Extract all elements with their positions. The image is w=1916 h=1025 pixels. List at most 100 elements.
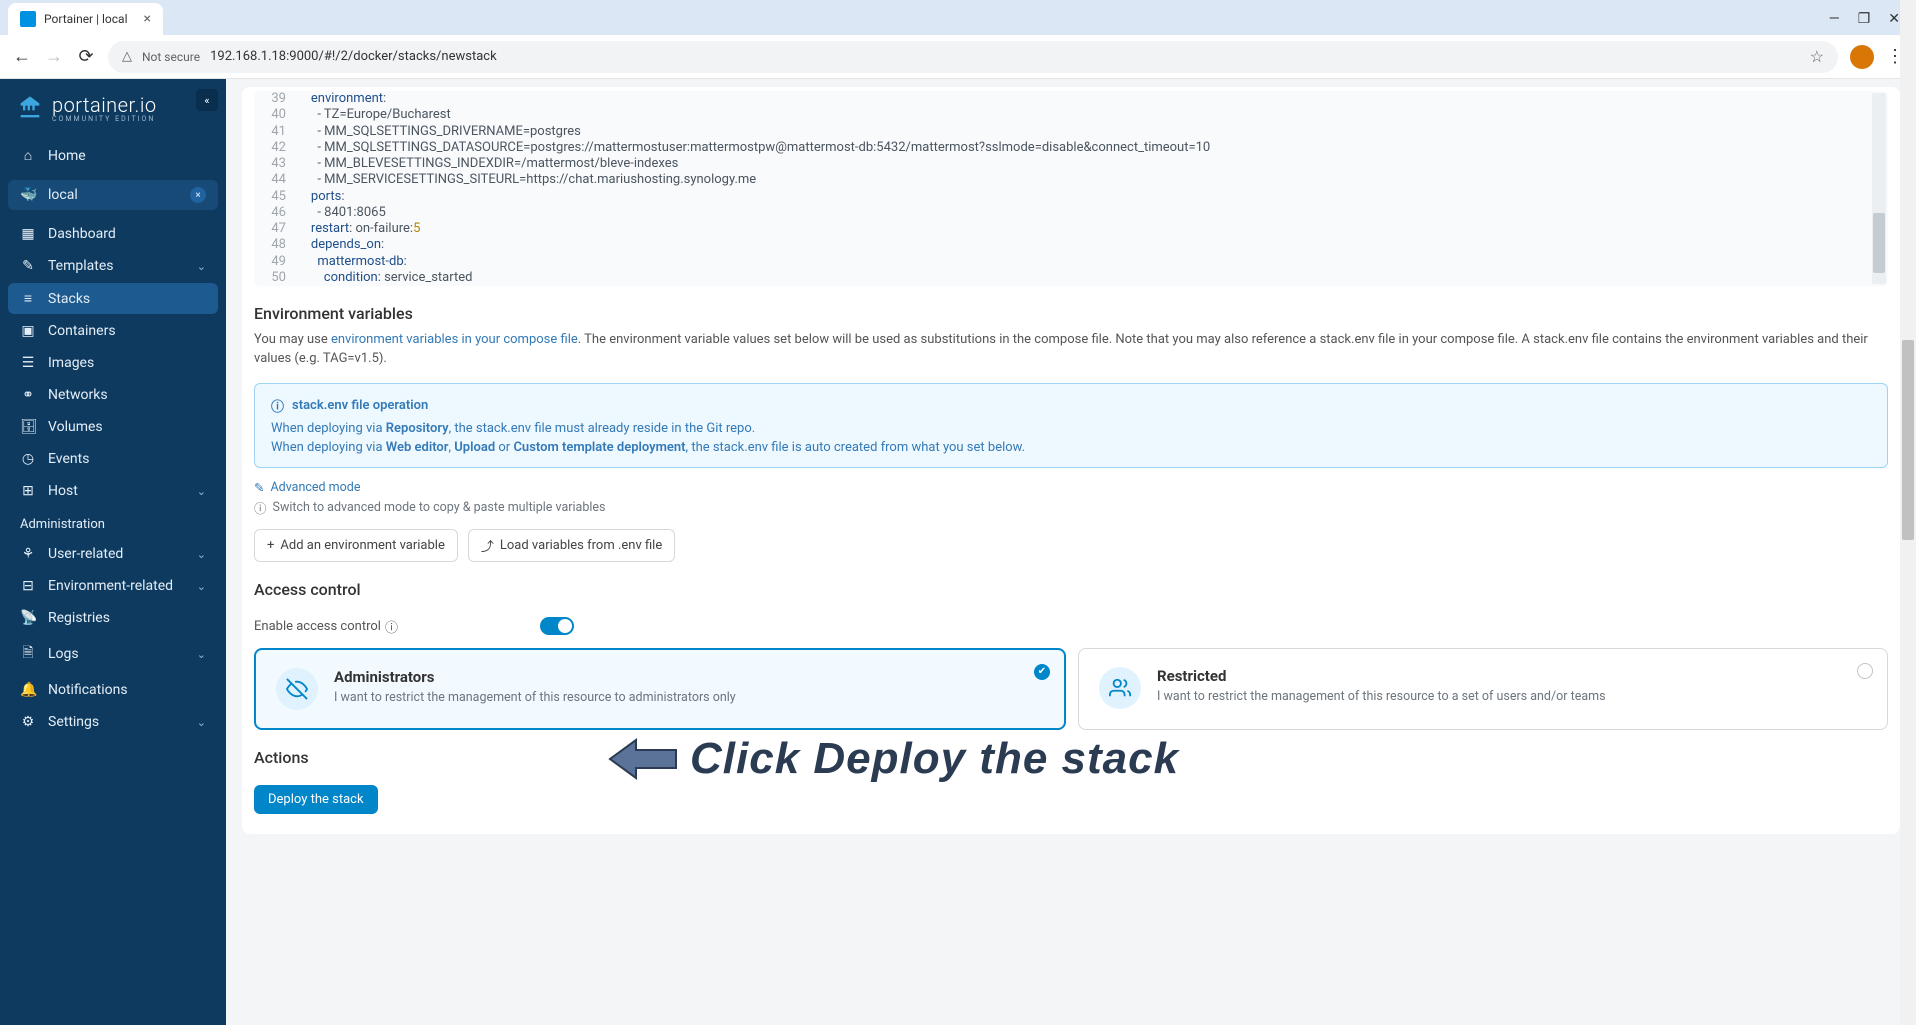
events-icon: ◷ bbox=[20, 451, 36, 467]
sidebar-logs[interactable]: 🗎Logs⌄ bbox=[8, 635, 218, 673]
chevron-down-icon: ⌄ bbox=[197, 548, 206, 561]
not-secure-label: Not secure bbox=[142, 50, 200, 64]
sidebar-containers[interactable]: ▣ Containers bbox=[8, 316, 218, 346]
sidebar-collapse-button[interactable]: « bbox=[196, 89, 218, 111]
access-card-restricted[interactable]: Restricted I want to restrict the manage… bbox=[1078, 648, 1888, 730]
sidebar-label: Home bbox=[48, 148, 86, 164]
editor-scroll-thumb[interactable] bbox=[1873, 213, 1885, 273]
info-box-title: ⓘ stack.env file operation bbox=[271, 396, 1871, 415]
sidebar-label: Containers bbox=[48, 323, 116, 339]
close-env-icon[interactable]: × bbox=[190, 187, 206, 203]
favicon-icon bbox=[20, 11, 36, 27]
radio-selected-icon: ✔ bbox=[1034, 664, 1050, 680]
back-icon[interactable]: ← bbox=[12, 46, 32, 67]
url-text: 192.168.1.18:9000/#!/2/docker/stacks/new… bbox=[210, 49, 1800, 64]
browser-tab[interactable]: Portainer | local × bbox=[8, 3, 163, 35]
forward-icon[interactable]: → bbox=[44, 46, 64, 67]
deploy-stack-button[interactable]: Deploy the stack bbox=[254, 785, 378, 814]
add-env-var-button[interactable]: +Add an environment variable bbox=[254, 529, 458, 562]
bell-icon: 🔔 bbox=[20, 682, 36, 698]
browser-toolbar: ← → ⟳ △ Not secure 192.168.1.18:9000/#!/… bbox=[0, 35, 1916, 79]
upload-icon: ⤴ bbox=[481, 536, 494, 555]
info-line: When deploying via Repository, the stack… bbox=[271, 421, 1871, 436]
volumes-icon: 🗄 bbox=[20, 419, 36, 435]
sidebar-settings[interactable]: ⚙Settings⌄ bbox=[8, 707, 218, 737]
dashboard-icon: ▦ bbox=[20, 226, 36, 242]
card-description: I want to restrict the management of thi… bbox=[1157, 689, 1606, 704]
access-cards: Administrators I want to restrict the ma… bbox=[254, 648, 1888, 730]
env-vars-link[interactable]: environment variables in your compose fi… bbox=[331, 332, 578, 347]
templates-icon: ✎ bbox=[20, 258, 36, 274]
help-icon[interactable]: ⓘ bbox=[385, 617, 398, 636]
profile-avatar[interactable] bbox=[1850, 45, 1874, 69]
sidebar-stacks[interactable]: ≡Stacks bbox=[8, 283, 218, 314]
containers-icon: ▣ bbox=[20, 323, 36, 339]
sidebar-user-related[interactable]: ⚘User-related⌄ bbox=[8, 539, 218, 569]
sidebar-events[interactable]: ◷Events bbox=[8, 444, 218, 474]
sidebar-admin-title: Administration bbox=[8, 507, 218, 538]
access-card-administrators[interactable]: Administrators I want to restrict the ma… bbox=[254, 648, 1066, 730]
close-window-icon[interactable]: ✕ bbox=[1888, 11, 1900, 27]
sidebar: « portainer.io COMMUNITY EDITION ⌂ Home … bbox=[0, 79, 226, 1025]
gear-icon: ⚙ bbox=[20, 714, 36, 730]
sidebar-networks[interactable]: ⚭Networks bbox=[8, 380, 218, 410]
actions-title: Actions bbox=[254, 730, 1888, 775]
code-line: 44 - MM_SERVICESETTINGS_SITEURL=https://… bbox=[254, 172, 1888, 188]
brand-name: portainer.io bbox=[52, 93, 157, 117]
code-line: 47 restart: on-failure:5 bbox=[254, 221, 1888, 237]
code-line: 45 ports: bbox=[254, 189, 1888, 205]
brand-logo[interactable]: portainer.io COMMUNITY EDITION bbox=[8, 93, 218, 139]
code-line: 39 environment: bbox=[254, 91, 1888, 107]
sidebar-images[interactable]: ☰Images bbox=[8, 348, 218, 378]
code-line: 49 mattermost-db: bbox=[254, 254, 1888, 270]
info-icon: ⓘ bbox=[254, 498, 267, 517]
reload-icon[interactable]: ⟳ bbox=[76, 46, 96, 67]
info-line: When deploying via Web editor, Upload or… bbox=[271, 440, 1871, 455]
tab-title: Portainer | local bbox=[44, 12, 136, 26]
sidebar-label: Templates bbox=[48, 258, 114, 274]
access-control-title: Access control bbox=[254, 562, 1888, 607]
host-icon: ⊞ bbox=[20, 483, 36, 499]
registries-icon: 📡 bbox=[20, 610, 36, 626]
code-line: 41 - MM_SQLSETTINGS_DRIVERNAME=postgres bbox=[254, 124, 1888, 140]
sidebar-registries[interactable]: 📡 Registries bbox=[8, 603, 218, 633]
sidebar-env-related[interactable]: ⊟Environment-related⌄ bbox=[8, 571, 218, 601]
chevron-down-icon: ⌄ bbox=[197, 485, 206, 498]
info-icon: ⓘ bbox=[271, 396, 284, 415]
minimize-icon[interactable]: — bbox=[1829, 11, 1840, 27]
bookmark-star-icon[interactable]: ☆ bbox=[1810, 47, 1824, 66]
card-title: Restricted bbox=[1157, 667, 1606, 685]
address-bar[interactable]: △ Not secure 192.168.1.18:9000/#!/2/dock… bbox=[108, 41, 1838, 73]
sidebar-volumes[interactable]: 🗄Volumes bbox=[8, 412, 218, 442]
sidebar-label: Environment-related bbox=[48, 578, 173, 594]
eye-off-icon bbox=[276, 668, 318, 710]
env-variables-title: Environment variables bbox=[254, 286, 1888, 331]
code-line: 46 - 8401:8065 bbox=[254, 205, 1888, 221]
advanced-mode-link[interactable]: ✎Advanced mode bbox=[254, 480, 1888, 496]
sidebar-label: Registries bbox=[48, 610, 110, 626]
sidebar-label: Images bbox=[48, 355, 94, 371]
sidebar-templates[interactable]: ✎Templates⌄ bbox=[8, 251, 218, 281]
advanced-mode-hint: ⓘSwitch to advanced mode to copy & paste… bbox=[254, 498, 1888, 517]
sidebar-label: Stacks bbox=[48, 291, 90, 307]
page-scrollbar[interactable] bbox=[1900, 0, 1916, 1025]
editor-scrollbar[interactable] bbox=[1872, 93, 1886, 284]
card-title: Administrators bbox=[334, 668, 736, 686]
users-icon: ⚘ bbox=[20, 546, 36, 562]
tab-close-icon[interactable]: × bbox=[144, 11, 151, 27]
maximize-icon[interactable]: ❐ bbox=[1858, 11, 1871, 27]
users-icon bbox=[1099, 667, 1141, 709]
docker-icon: 🐳 bbox=[20, 187, 36, 203]
home-icon: ⌂ bbox=[20, 147, 36, 164]
sidebar-dashboard[interactable]: ▦Dashboard bbox=[8, 219, 218, 249]
sidebar-home[interactable]: ⌂ Home bbox=[8, 140, 218, 171]
sidebar-notifications[interactable]: 🔔Notifications bbox=[8, 675, 218, 705]
load-env-file-button[interactable]: ⤴Load variables from .env file bbox=[468, 529, 675, 562]
access-control-toggle[interactable] bbox=[540, 617, 574, 635]
sidebar-label: Host bbox=[48, 483, 78, 499]
page-scroll-thumb[interactable] bbox=[1902, 340, 1914, 540]
sidebar-host[interactable]: ⊞ Host ⌄ bbox=[8, 476, 218, 506]
sidebar-env-local[interactable]: 🐳 local × bbox=[8, 180, 218, 210]
sidebar-label: Settings bbox=[48, 714, 99, 730]
yaml-editor[interactable]: 39 environment:40 - TZ=Europe/Bucharest4… bbox=[254, 91, 1888, 286]
